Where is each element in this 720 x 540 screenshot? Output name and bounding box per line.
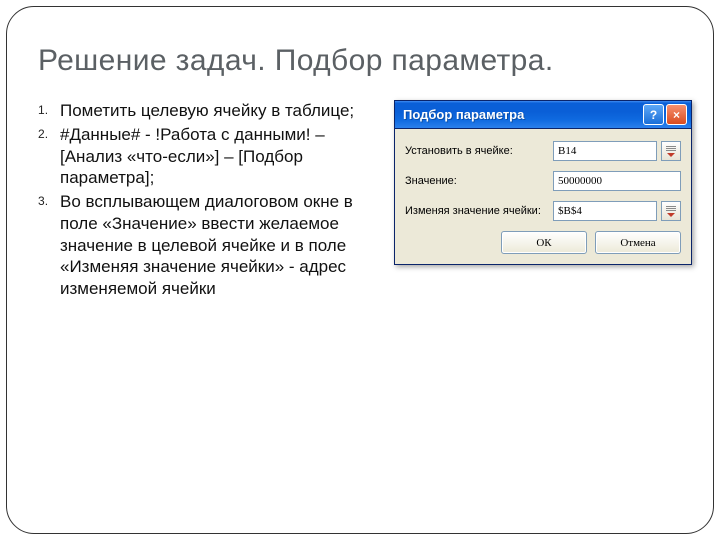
steps-column: Пометить целевую ячейку в таблице; #Данн… [38,100,384,302]
list-item: #Данные# - !Работа с данными! – [Анализ … [60,124,384,189]
list-item: Во всплывающем диалоговом окне в поле «З… [60,191,384,300]
steps-list: Пометить целевую ячейку в таблице; #Данн… [38,100,384,300]
list-item: Пометить целевую ячейку в таблице; [60,100,384,122]
